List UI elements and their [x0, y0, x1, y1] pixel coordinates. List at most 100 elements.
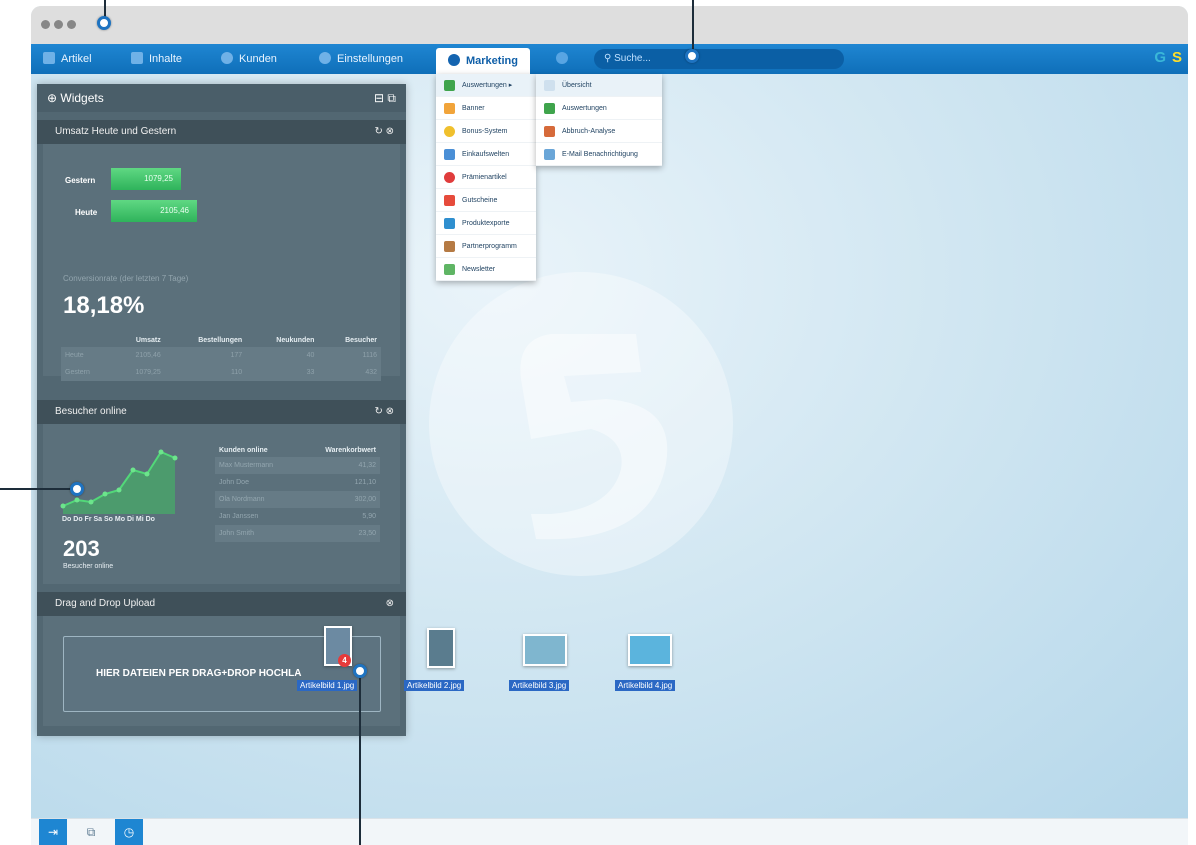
table-cell: 40	[246, 347, 319, 364]
search-placeholder: Suche...	[614, 53, 651, 64]
menu-label: Partnerprogramm	[462, 243, 517, 250]
email-icon	[544, 149, 555, 160]
table-row[interactable]: John Smith 23,50	[215, 525, 380, 542]
revenue-table: Umsatz Bestellungen Neukunden Besucher H…	[61, 334, 381, 381]
menu-item-einkaufswelten[interactable]: Einkaufswelten	[436, 143, 536, 166]
table-header-row: Umsatz Bestellungen Neukunden Besucher	[61, 334, 381, 347]
table-cell: 110	[164, 364, 247, 381]
menu-item-label: Einstellungen	[337, 53, 404, 65]
callout-marker	[70, 482, 84, 496]
table-row[interactable]: Jan Janssen 5,90	[215, 508, 380, 525]
shopware-s-icon[interactable]: S	[1172, 49, 1182, 66]
window-dot-icon[interactable]	[41, 20, 50, 29]
chart-icon	[444, 80, 455, 91]
window-titlebar	[31, 6, 1188, 44]
callout-marker	[353, 664, 367, 678]
table-cell: 2105,46	[112, 347, 165, 364]
menu-item-praemien[interactable]: Prämienartikel	[436, 166, 536, 189]
menu-item-einstellungen[interactable]: Einstellungen	[319, 44, 403, 74]
auswertungen-submenu: Übersicht Auswertungen Abbruch-Analyse E…	[536, 74, 662, 166]
menu-item-gutscheine[interactable]: Gutscheine	[436, 189, 536, 212]
submenu-item-abbruch[interactable]: Abbruch-Analyse	[536, 120, 662, 143]
menu-item-banner[interactable]: Banner	[436, 97, 536, 120]
table-header: Neukunden	[276, 337, 315, 344]
file-thumbnail[interactable]	[427, 628, 455, 668]
visitors-widget-title: Besucher online	[55, 406, 127, 417]
menu-item-label: Kunden	[239, 53, 277, 65]
file-name-label[interactable]: Artikelbild 2.jpg	[404, 680, 465, 691]
revenue-widget: Gestern 1079,25 Heute 2105,46 Conversion…	[43, 144, 400, 381]
menu-label: Banner	[462, 105, 485, 112]
menu-item-newsletter[interactable]: Newsletter	[436, 258, 536, 281]
submenu-item-email[interactable]: E-Mail Benachrichtigung	[536, 143, 662, 166]
table-row: Heute 2105,46 177 40 1116	[61, 347, 381, 364]
window-tools-icon[interactable]: ⊟ ⧉	[374, 84, 396, 112]
window-dot-icon[interactable]	[54, 20, 63, 29]
file-thumbnail[interactable]	[628, 634, 672, 666]
menu-item-partnerprogramm[interactable]: Partnerprogramm	[436, 235, 536, 258]
table-row[interactable]: John Doe 121,10	[215, 474, 380, 491]
menu-label: Abbruch-Analyse	[562, 128, 616, 135]
menu-label: Prämienartikel	[462, 174, 507, 181]
window-controls[interactable]	[41, 16, 80, 32]
windows-icon[interactable]: ⧉	[77, 819, 105, 845]
menu-item-kunden[interactable]: Kunden	[221, 44, 277, 74]
table-row[interactable]: Ola Nordmann 302,00	[215, 491, 380, 508]
file-name-label[interactable]: Artikelbild 4.jpg	[615, 680, 676, 691]
refresh-close-icon[interactable]: ↻ ⊗	[374, 120, 394, 144]
yesterday-bar: 1079,25	[111, 168, 181, 190]
menu-label: Bonus-System	[462, 128, 508, 135]
menu-item-produktexporte[interactable]: Produktexporte	[436, 212, 536, 235]
today-bar: 2105,46	[111, 200, 197, 222]
gear-icon	[319, 52, 331, 64]
table-header: Warenkorbwert	[325, 447, 376, 454]
menu-item-bonus[interactable]: Bonus-System	[436, 120, 536, 143]
revenue-widget-title: Umsatz Heute und Gestern	[55, 126, 177, 137]
file-name-label[interactable]: Artikelbild 3.jpg	[509, 680, 570, 691]
add-circle-icon[interactable]: ⊕	[47, 91, 60, 105]
table-cell: Ola Nordmann	[215, 491, 300, 508]
table-cell: 33	[246, 364, 319, 381]
table-cell: 23,50	[299, 525, 380, 542]
table-row[interactable]: Max Mustermann 41,32	[215, 457, 380, 474]
menu-label: Gutscheine	[462, 197, 498, 204]
visitors-sparkline	[60, 449, 178, 514]
export-icon	[444, 218, 455, 229]
window-dot-icon[interactable]	[67, 20, 76, 29]
table-cell: 41,32	[299, 457, 380, 474]
visitors-widget: Do Do Fr Sa So Mo Di Mi Do 203 Besucher …	[43, 424, 400, 584]
table-header	[61, 334, 113, 347]
close-icon[interactable]: ⊗	[386, 592, 394, 616]
help-button[interactable]	[556, 44, 574, 74]
table-cell: 1079,25	[112, 364, 165, 381]
menu-label: Auswertungen	[562, 105, 607, 112]
table-cell: Max Mustermann	[215, 457, 300, 474]
refresh-close-icon[interactable]: ↻ ⊗	[374, 400, 394, 424]
menu-item-auswertungen[interactable]: Auswertungen ▸	[436, 74, 536, 97]
file-thumbnail[interactable]	[523, 634, 567, 666]
search-icon: ⚲	[604, 53, 615, 64]
callout-line	[0, 488, 72, 490]
partner-icon	[444, 241, 455, 252]
file-count-badge: 4	[338, 654, 351, 667]
voucher-icon	[444, 195, 455, 206]
logout-icon[interactable]: ⇥	[39, 819, 67, 845]
menu-item-marketing[interactable]: Marketing	[436, 48, 530, 74]
table-cell: 1116	[318, 347, 381, 364]
yesterday-label: Gestern	[65, 176, 96, 185]
conversion-value: 18,18%	[63, 292, 145, 319]
submenu-item-uebersicht[interactable]: Übersicht	[536, 74, 662, 97]
widgets-header: ⊕ Widgets ⊟ ⧉	[37, 84, 406, 112]
menu-label: Einkaufswelten	[462, 151, 510, 158]
today-value: 2105,46	[160, 206, 189, 215]
refresh-logo-icon[interactable]: G	[1154, 49, 1166, 66]
search-input[interactable]: ⚲ Suche...	[594, 49, 844, 69]
submenu-item-auswertungen[interactable]: Auswertungen	[536, 97, 662, 120]
chart-icon	[544, 103, 555, 114]
brand-icons: GS	[1154, 49, 1182, 66]
menu-item-artikel[interactable]: Artikel	[43, 44, 92, 74]
grid-icon	[444, 149, 455, 160]
menu-item-inhalte[interactable]: Inhalte	[131, 44, 182, 74]
menu-item-label: Artikel	[61, 53, 92, 65]
clock-icon[interactable]: ◷	[115, 819, 143, 845]
